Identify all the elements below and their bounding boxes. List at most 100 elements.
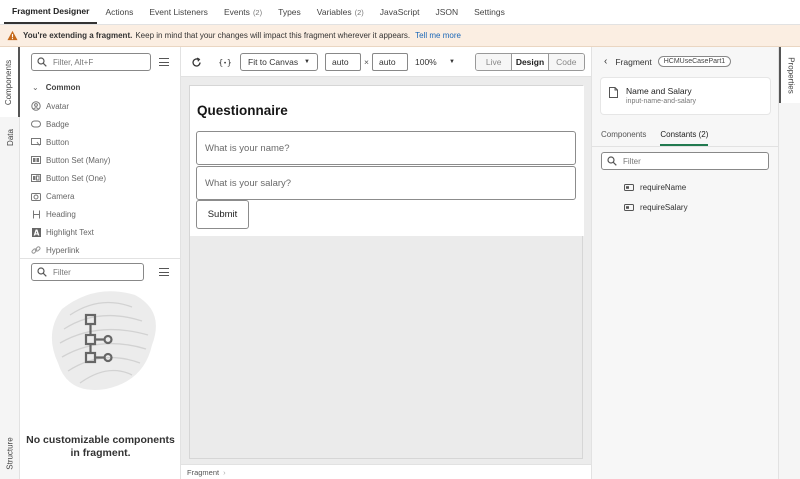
group-common[interactable]: ⌄ Common [32, 83, 80, 92]
button-set-icon [31, 155, 41, 165]
rail-tab-label: Components [4, 59, 14, 105]
rail-tab-label: Structure [5, 436, 15, 470]
tab-event-listeners[interactable]: Event Listeners [141, 0, 216, 24]
component-label: Camera [46, 191, 75, 201]
fit-to-canvas-select[interactable]: Fit to Canvas ▼ [240, 53, 318, 71]
tab-components[interactable]: Components [601, 130, 646, 146]
camera-icon [31, 191, 41, 201]
empty-structure-message: No customizable components in fragment. [26, 434, 175, 459]
fragment-title: Name and Salary [626, 86, 692, 96]
mode-design-button[interactable]: Design [512, 54, 549, 70]
tab-settings[interactable]: Settings [466, 0, 513, 24]
tab-label: JavaScript [379, 7, 420, 17]
properties-header: ‹ Fragment HCMUseCasePart1 [604, 56, 732, 67]
component-button[interactable]: Button [31, 134, 69, 150]
chevron-right-icon: › [223, 467, 226, 477]
properties-tabs: Components Constants (2) [601, 130, 722, 146]
width-value: auto [332, 57, 349, 67]
rail-tab-label: Data [5, 128, 15, 146]
component-avatar[interactable]: Avatar [31, 98, 69, 114]
rail-tab-components[interactable]: Components [0, 47, 20, 117]
width-input[interactable]: auto [325, 53, 361, 71]
empty-structure-illustration-icon [51, 291, 156, 390]
mode-code-button[interactable]: Code [548, 54, 584, 70]
salary-input[interactable]: What is your salary? [196, 166, 576, 200]
component-label: Heading [46, 209, 76, 219]
tab-constants[interactable]: Constants (2) [660, 130, 709, 146]
button-icon [31, 137, 41, 147]
constant-item[interactable]: requireSalary [624, 200, 688, 214]
constants-filter-input[interactable]: Filter [601, 152, 769, 170]
structure-menu-icon[interactable] [159, 268, 169, 276]
rail-tab-label: Properties [786, 56, 796, 94]
tab-fragment-designer[interactable]: Fragment Designer [4, 0, 98, 24]
tab-count: (2) [252, 7, 263, 17]
tab-label: Actions [105, 7, 134, 17]
tab-javascript[interactable]: JavaScript [372, 0, 428, 24]
component-label: Hyperlink [46, 245, 80, 255]
search-icon [37, 267, 47, 277]
badge-icon [31, 119, 41, 129]
name-input[interactable]: What is your name? [196, 131, 576, 165]
warning-icon [7, 30, 18, 41]
submit-button[interactable]: Submit [196, 200, 249, 229]
button-set-icon [31, 173, 41, 183]
name-placeholder: What is your name? [205, 142, 290, 154]
filter-placeholder: Filter [53, 267, 71, 277]
component-heading[interactable]: Heading [31, 206, 76, 222]
tab-label: JSON [435, 7, 459, 17]
tab-variables[interactable]: Variables (2) [309, 0, 372, 24]
zoom-select[interactable]: 100% ▼ [415, 53, 455, 71]
tab-label: Types [278, 7, 301, 17]
structure-filter-input[interactable]: Filter [31, 263, 144, 281]
tabs-divider [592, 146, 779, 147]
tab-actions[interactable]: Actions [97, 0, 141, 24]
component-label: Badge [46, 119, 70, 129]
constant-icon [624, 183, 634, 191]
height-input[interactable]: auto [372, 53, 408, 71]
component-highlight-text[interactable]: A Highlight Text [31, 224, 94, 240]
document-icon [609, 87, 618, 98]
search-icon [607, 156, 617, 166]
zoom-value: 100% [415, 57, 437, 67]
constant-icon [624, 203, 634, 211]
banner-text: Keep in mind that your changes will impa… [135, 31, 411, 40]
component-button-set-many[interactable]: Button Set (Many) [31, 152, 110, 168]
component-hyperlink[interactable]: Hyperlink [31, 242, 79, 258]
link-icon [31, 245, 41, 255]
questionnaire-heading: Questionnaire [197, 103, 288, 118]
refresh-button[interactable] [189, 53, 203, 71]
warning-banner: You're extending a fragment. Keep in min… [0, 25, 800, 47]
mode-live-button[interactable]: Live [476, 54, 513, 70]
components-filter-input[interactable]: Filter, Alt+F [31, 53, 151, 71]
constant-item[interactable]: requireName [624, 180, 686, 194]
refresh-icon [191, 56, 201, 67]
canvas-area: Questionnaire What is your name? What is… [181, 77, 591, 464]
expression-button[interactable]: {•} [216, 53, 234, 71]
mode-switch: Live Design Code [475, 53, 585, 71]
tab-types[interactable]: Types [270, 0, 309, 24]
rail-tab-properties[interactable]: Properties [779, 47, 800, 103]
component-badge[interactable]: Badge [31, 116, 69, 132]
rail-tab-data[interactable]: Data [0, 119, 20, 155]
back-chevron-icon[interactable]: ‹ [604, 56, 607, 67]
breadcrumb-fragment[interactable]: Fragment [187, 468, 219, 477]
canvas-toolbar: {•} Fit to Canvas ▼ auto × auto 100% ▼ L… [181, 47, 591, 77]
fragment-id-pill: HCMUseCasePart1 [657, 56, 732, 67]
component-camera[interactable]: Camera [31, 188, 74, 204]
group-label: Common [45, 83, 81, 92]
rail-tab-structure[interactable]: Structure [0, 427, 20, 479]
fragment-card: Name and Salary input-name-and-salary [601, 78, 770, 114]
tab-events[interactable]: Events (2) [216, 0, 270, 24]
components-menu-icon[interactable] [159, 58, 169, 66]
tab-label: Settings [474, 7, 505, 17]
component-button-set-one[interactable]: Button Set (One) [31, 170, 106, 186]
constant-label: requireSalary [640, 202, 688, 212]
tab-json[interactable]: JSON [427, 0, 466, 24]
search-icon [37, 57, 47, 67]
header-label: Fragment [615, 56, 652, 67]
component-label: Button Set (One) [46, 173, 107, 183]
height-value: auto [379, 57, 396, 67]
breadcrumb: Fragment › [181, 464, 591, 479]
tell-me-more-link[interactable]: Tell me more [415, 31, 461, 40]
